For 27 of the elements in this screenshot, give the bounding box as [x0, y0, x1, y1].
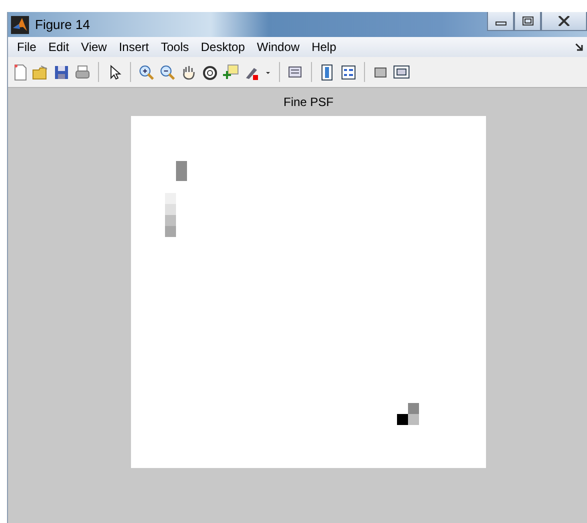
window-title: Figure 14	[35, 17, 90, 32]
close-icon	[558, 16, 570, 26]
maximize-button[interactable]	[514, 12, 541, 31]
app-icon	[11, 16, 29, 34]
menu-item[interactable]: Insert	[112, 40, 155, 54]
hand-icon[interactable]	[180, 64, 197, 80]
rotate-icon[interactable]	[201, 64, 218, 80]
axes-title: Fine PSF	[282, 94, 334, 111]
menu-item[interactable]: Window	[250, 40, 306, 54]
menu-item[interactable]: Desktop	[194, 40, 251, 54]
zoom-out-icon[interactable]	[159, 64, 176, 80]
plot-browser-icon[interactable]	[287, 64, 304, 80]
folder-icon[interactable]	[32, 64, 49, 80]
maximize-icon	[522, 16, 534, 26]
menu-item[interactable]: Edit	[42, 40, 76, 54]
menu-item[interactable]: File	[11, 40, 42, 54]
data-cursor-icon[interactable]	[222, 64, 239, 80]
menu-item[interactable]: Tools	[154, 40, 195, 54]
close-button[interactable]	[541, 12, 587, 31]
menu-item[interactable]: View	[75, 40, 113, 54]
dock-arrow-icon[interactable]	[575, 43, 583, 51]
printer-icon[interactable]	[74, 64, 91, 80]
legend-icon[interactable]	[340, 64, 357, 80]
menu-item[interactable]: Help	[306, 40, 342, 54]
show-plot-tools-icon[interactable]	[393, 64, 410, 80]
zoom-in-icon[interactable]	[138, 64, 155, 80]
minimize-button[interactable]	[487, 12, 514, 31]
